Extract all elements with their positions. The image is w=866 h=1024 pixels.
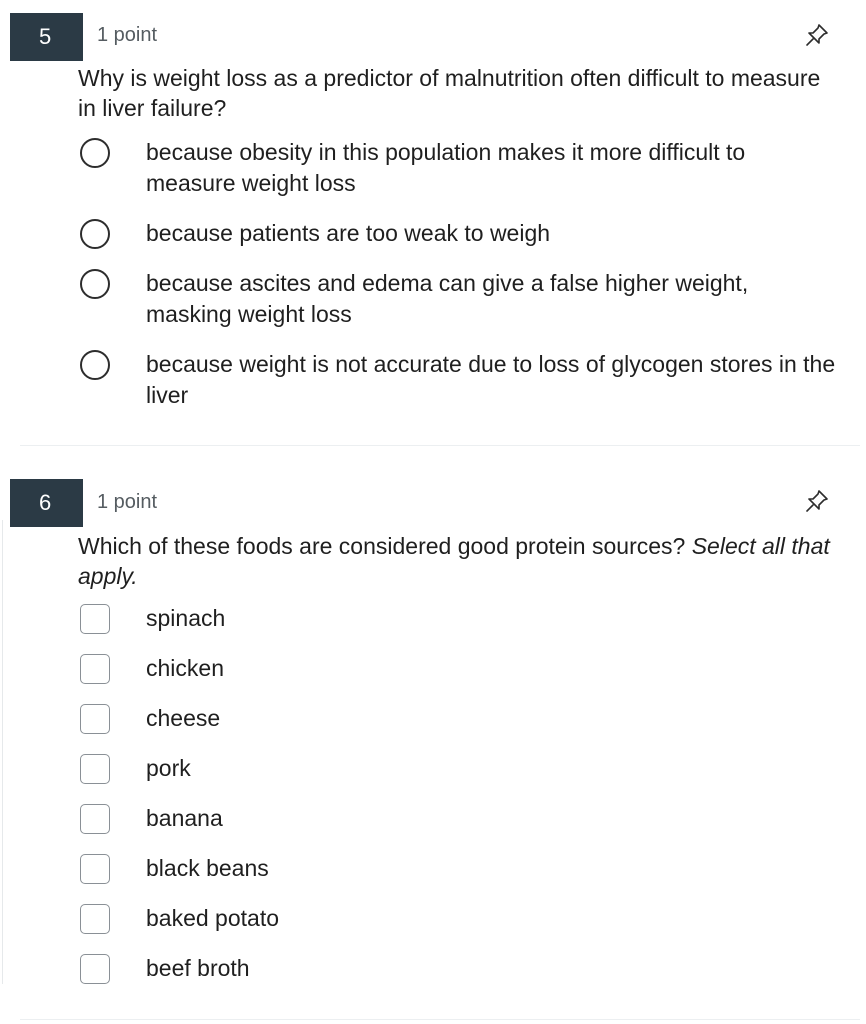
pin-icon[interactable] [802,20,832,50]
question-text: Why is weight loss as a predictor of mal… [78,65,821,121]
checkbox[interactable] [80,854,110,884]
answer-option-label: spinach [146,605,226,631]
pin-icon[interactable] [802,486,832,516]
question-text: Which of these foods are considered good… [78,531,838,591]
radio-button[interactable] [80,138,110,168]
question-number-badge: 6 [10,479,83,527]
answer-option-label: because patients are too weak to weigh [146,220,551,246]
answer-option-label: beef broth [146,955,250,981]
answer-option-label: baked potato [146,905,280,931]
answer-option-label: chicken [146,655,224,681]
checkbox[interactable] [80,654,110,684]
checkbox[interactable] [80,704,110,734]
checkbox[interactable] [80,804,110,834]
radio-button[interactable] [80,269,110,299]
answer-option-label: because ascites and edema can give a fal… [146,270,749,327]
radio-button[interactable] [80,219,110,249]
answer-option-label: banana [146,805,223,831]
answer-option-label: black beans [146,855,269,881]
answer-option-label: pork [146,755,191,781]
question-points: 1 point [97,24,158,46]
question-number-badge: 5 [10,13,83,61]
answer-option-label: because obesity in this population makes… [146,139,746,196]
answer-option-label: because weight is not accurate due to lo… [146,351,836,408]
question-divider [20,1019,860,1020]
question-text-main: Which of these foods are considered good… [78,533,692,559]
radio-button[interactable] [80,350,110,380]
quiz-left-border [2,520,3,984]
answer-option-label: cheese [146,705,221,731]
question-divider [20,445,860,446]
checkbox[interactable] [80,954,110,984]
question-points: 1 point [97,491,158,513]
checkbox[interactable] [80,754,110,784]
checkbox[interactable] [80,604,110,634]
checkbox[interactable] [80,904,110,934]
